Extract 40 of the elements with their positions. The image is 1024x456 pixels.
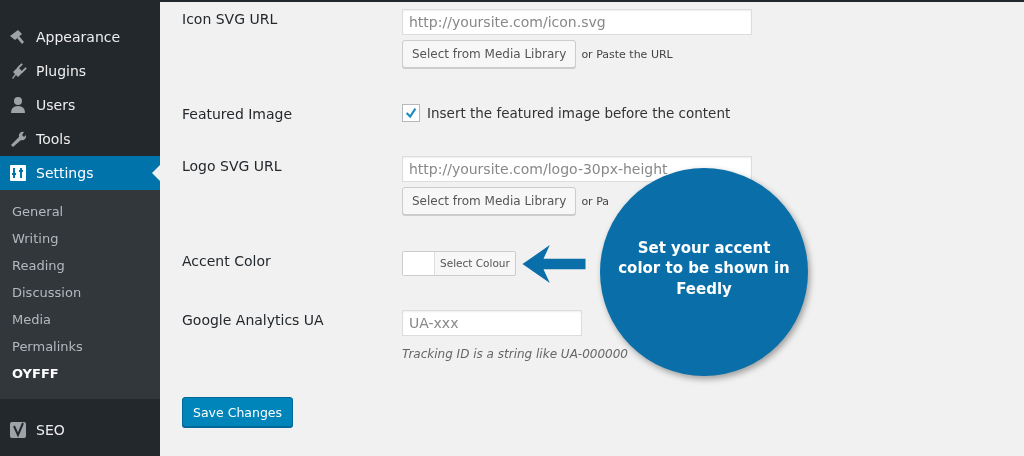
hint-text: or Paste the URL	[581, 47, 673, 61]
menu-label: Plugins	[36, 63, 87, 79]
submenu-item[interactable]: Permalinks	[0, 333, 160, 360]
user-icon	[8, 95, 28, 115]
menu-item[interactable]: Plugins	[0, 54, 160, 88]
menu-label: SEO	[36, 422, 65, 438]
media-library-button[interactable]: Select from Media Library	[402, 40, 577, 68]
field-label: Accent Color	[182, 252, 272, 271]
menu-item[interactable]: Appearance	[0, 20, 160, 54]
input-field[interactable]: http://yoursite.com/icon.svg	[402, 9, 752, 35]
field-label: Logo SVG URL	[182, 157, 283, 176]
menu-label: Tools	[36, 131, 71, 147]
sliders-icon	[8, 163, 28, 183]
submenu-item[interactable]: Writing	[0, 225, 160, 252]
callout-arrow	[520, 243, 588, 285]
menu-item[interactable]: Users	[0, 88, 160, 122]
menu-label: Appearance	[36, 29, 121, 45]
field-label: Icon SVG URL	[182, 10, 279, 29]
field-label: Featured Image	[182, 105, 294, 122]
input-field[interactable]: UA-xxx	[402, 310, 582, 336]
submenu-item[interactable]: Discussion	[0, 279, 160, 306]
submenu-item[interactable]: Media	[0, 306, 160, 333]
submenu-item[interactable]: Reading	[0, 252, 160, 279]
menu-item[interactable]: SEO	[0, 413, 160, 447]
submenu-item[interactable]: General	[0, 198, 160, 225]
menu-label: Settings	[36, 165, 94, 181]
field-description: Tracking ID is a string like UA-000000	[402, 347, 628, 361]
color-picker-button[interactable]: Select Colour	[402, 251, 516, 276]
menu-item[interactable]: Settings	[0, 156, 160, 190]
checkbox[interactable]	[402, 104, 420, 122]
field-label: Google Analytics UA	[182, 311, 325, 330]
checkbox-label: Insert the featured image before the content	[427, 105, 731, 121]
checkmark-badge-icon	[8, 420, 28, 440]
media-library-button[interactable]: Select from Media Library	[402, 187, 577, 215]
submenu-item[interactable]: OYFFF	[0, 360, 160, 387]
menu-label: Users	[36, 97, 76, 113]
input-field[interactable]: http://yoursite.com/logo-30px-height	[402, 156, 752, 182]
hint-text: or Pa	[581, 194, 610, 208]
save-button[interactable]: Save Changes	[182, 397, 294, 427]
menu-item[interactable]: Tools	[0, 122, 160, 156]
